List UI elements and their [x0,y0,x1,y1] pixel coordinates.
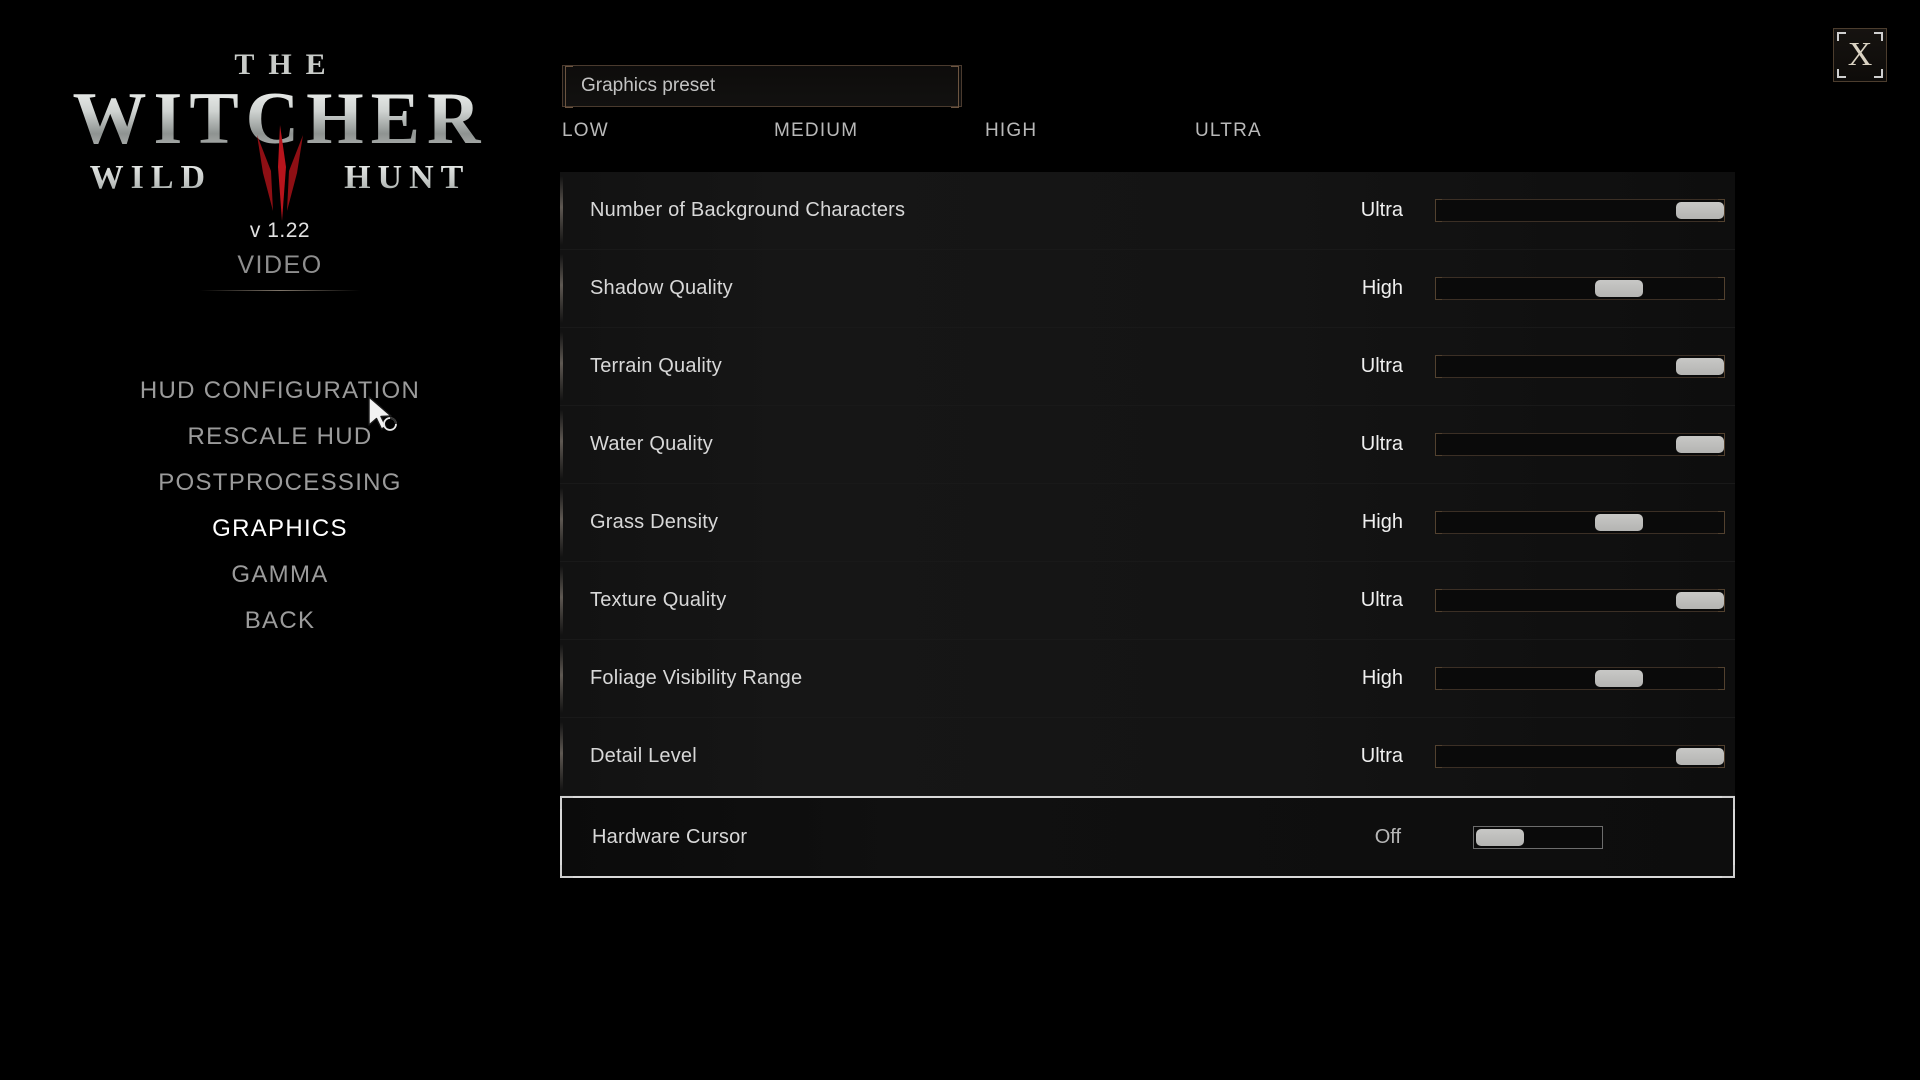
close-icon: X [1847,36,1873,73]
left-panel: THE WITCHER WILD HUNT v 1.22 VIDEO HUD CO… [0,0,560,1080]
slider-knob[interactable] [1476,828,1524,846]
sidebar-item-rescale-hud[interactable]: RESCALE HUD [0,414,560,460]
sidebar-item-back[interactable]: BACK [0,598,560,644]
settings-panel: Graphics preset LOW MEDIUM HIGH ULTRA Nu… [560,0,1920,1080]
version-label: v 1.22 [249,219,311,243]
setting-value: High [1361,667,1403,689]
graphics-preset-dropdown[interactable]: Graphics preset [562,65,962,108]
selection-corner-top-right [1722,796,1735,809]
logo-the-text: THE [234,48,340,81]
logo-hunt-text: HUNT [344,159,471,197]
slider-knob[interactable] [1595,514,1644,531]
setting-slider[interactable] [1435,433,1725,456]
close-corner-bottom-left [1837,69,1846,78]
slider-knob[interactable] [1676,358,1724,375]
setting-row-water-quality[interactable]: Water Quality Ultra [560,406,1735,484]
setting-value: Ultra [1360,433,1403,455]
selection-corner-top-left [560,796,573,809]
setting-row-foliage-visibility-range[interactable]: Foliage Visibility Range High [560,640,1735,718]
setting-label: Foliage Visibility Range [590,667,803,689]
setting-value: Ultra [1360,745,1403,767]
setting-row-detail-level[interactable]: Detail Level Ultra [560,718,1735,796]
graphics-preset-label: Graphics preset [581,75,716,96]
preset-option-ultra[interactable]: ULTRA [1195,120,1262,142]
setting-row-hardware-cursor[interactable]: Hardware Cursor Off [560,796,1735,878]
sidebar-item-postprocessing[interactable]: POSTPROCESSING [0,460,560,506]
sidebar-item-graphics[interactable]: GRAPHICS [0,506,560,552]
setting-slider[interactable] [1435,355,1725,378]
slider-knob[interactable] [1676,748,1724,765]
setting-value: Ultra [1360,589,1403,611]
selection-corner-bottom-right [1722,865,1735,878]
setting-value: High [1361,277,1403,299]
setting-label: Terrain Quality [590,355,722,377]
setting-label: Shadow Quality [590,277,733,299]
setting-slider[interactable] [1435,589,1725,612]
game-logo: THE WITCHER WILD HUNT v 1.22 VIDEO [0,48,560,292]
setting-row-shadow-quality[interactable]: Shadow Quality High [560,250,1735,328]
slider-knob[interactable] [1676,592,1724,609]
preset-option-high[interactable]: HIGH [985,120,1037,142]
close-corner-top-left [1837,32,1846,41]
sidebar-menu: HUD CONFIGURATION RESCALE HUD POSTPROCES… [0,368,560,644]
preset-option-low[interactable]: LOW [562,120,609,142]
setting-slider[interactable] [1473,825,1603,849]
setting-label: Texture Quality [590,589,727,611]
slider-knob[interactable] [1595,670,1644,687]
graphics-preset-options: LOW MEDIUM HIGH ULTRA [560,120,1640,154]
slider-knob[interactable] [1676,436,1724,453]
setting-label: Grass Density [590,511,719,533]
close-button[interactable]: X [1833,28,1887,82]
setting-row-texture-quality[interactable]: Texture Quality Ultra [560,562,1735,640]
divider [200,290,360,292]
sidebar-item-gamma[interactable]: GAMMA [0,552,560,598]
setting-row-number-of-background-characters[interactable]: Number of Background Characters Ultra [560,172,1735,250]
setting-row-grass-density[interactable]: Grass Density High [560,484,1735,562]
setting-value: High [1361,511,1403,533]
setting-slider[interactable] [1435,277,1725,300]
setting-slider[interactable] [1435,511,1725,534]
setting-slider[interactable] [1435,745,1725,768]
setting-slider[interactable] [1435,199,1725,222]
slider-knob[interactable] [1595,280,1644,297]
setting-value: Off [1374,825,1401,848]
settings-rows: Number of Background Characters Ultra Sh… [560,172,1735,878]
sidebar-item-hud-configuration[interactable]: HUD CONFIGURATION [0,368,560,414]
logo-wild-text: WILD [89,159,213,197]
logo-subtitle-row: WILD HUNT [0,125,560,222]
selection-corner-bottom-left [560,865,573,878]
section-label: VIDEO [237,251,323,280]
setting-label: Water Quality [590,433,714,455]
setting-value: Ultra [1360,199,1403,221]
setting-label: Hardware Cursor [592,825,748,848]
setting-label: Number of Background Characters [590,199,906,221]
setting-slider[interactable] [1435,667,1725,690]
close-corner-top-right [1874,32,1883,41]
close-corner-bottom-right [1874,69,1883,78]
witcher-claw-icon [257,125,303,222]
setting-label: Detail Level [590,745,697,767]
preset-option-medium[interactable]: MEDIUM [774,120,858,142]
setting-value: Ultra [1360,355,1403,377]
slider-knob[interactable] [1676,202,1724,219]
setting-row-terrain-quality[interactable]: Terrain Quality Ultra [560,328,1735,406]
